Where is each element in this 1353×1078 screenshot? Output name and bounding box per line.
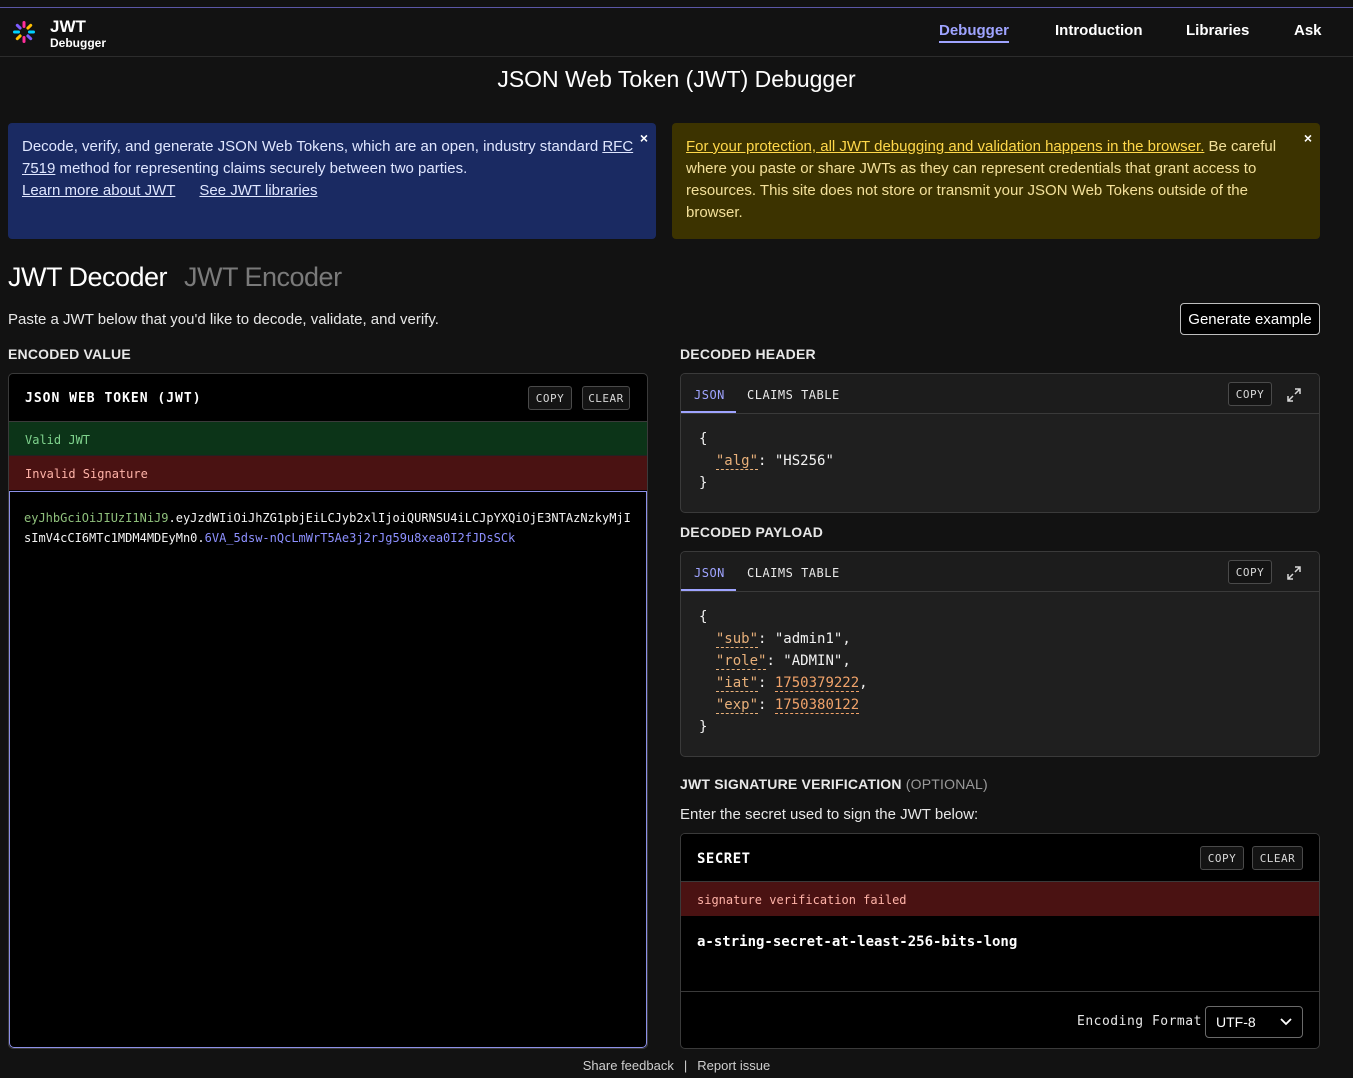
copy-secret-button[interactable]: COPY	[1200, 846, 1244, 870]
json-key-iat: "iat"	[715, 675, 759, 692]
json-close-brace: }	[699, 475, 708, 491]
json-value-exp[interactable]: 1750380122	[774, 697, 860, 714]
json-key-exp: "exp"	[715, 697, 759, 714]
secret-input[interactable]: a-string-secret-at-least-256-bits-long	[681, 916, 1319, 992]
info-banner: Decode, verify, and generate JSON Web To…	[8, 123, 656, 239]
copy-token-button[interactable]: COPY	[528, 386, 572, 410]
warning-banner: For your protection, all JWT debugging a…	[672, 123, 1320, 239]
active-tab-indicator	[681, 411, 736, 413]
encoded-panel-header: JSON WEB TOKEN (JWT) COPY CLEAR	[9, 374, 647, 422]
decoded-header-label: DECODED HEADER	[680, 346, 816, 362]
brand-title[interactable]: JWT	[50, 17, 86, 37]
tab-payload-claims-table[interactable]: CLAIMS TABLE	[747, 566, 840, 580]
copy-payload-button[interactable]: COPY	[1228, 560, 1272, 584]
secret-panel-title: SECRET	[697, 851, 751, 867]
active-tab-indicator	[681, 589, 736, 591]
learn-more-link[interactable]: Learn more about JWT	[22, 182, 175, 199]
encoded-value-label: ENCODED VALUE	[8, 346, 131, 362]
decoded-payload-json: { "sub": "admin1", "role": "ADMIN", "iat…	[681, 592, 1319, 752]
signature-failed-status: signature verification failed	[681, 882, 1319, 916]
footer: Share feedback | Report issue	[0, 1058, 1353, 1073]
chevron-down-icon	[1280, 1018, 1292, 1026]
copy-header-button[interactable]: COPY	[1228, 382, 1272, 406]
tab-jwt-decoder[interactable]: JWT Decoder	[8, 262, 168, 293]
top-accent-line	[0, 0, 1353, 8]
json-value-alg: "HS256"	[774, 453, 834, 469]
info-banner-text-1: Decode, verify, and generate JSON Web To…	[22, 138, 603, 155]
json-key-role: "role"	[715, 653, 767, 670]
generate-example-button[interactable]: Generate example	[1180, 303, 1320, 335]
encoding-format-label: Encoding Format	[1077, 1014, 1202, 1029]
info-banner-text-2: method for representing claims securely …	[55, 160, 468, 177]
expand-icon[interactable]	[1285, 564, 1303, 582]
decoded-header-panel: JSON CLAIMS TABLE COPY { "alg": "HS256" …	[680, 373, 1320, 513]
optional-tag: (OPTIONAL)	[905, 776, 988, 792]
tab-header-json[interactable]: JSON	[694, 388, 725, 402]
footer-separator: |	[683, 1058, 688, 1073]
token-signature-part: 6VA_5dsw-nQcLmWrT5Ae3j2rJg59u8xea0I2fJDs…	[204, 531, 516, 545]
expand-icon[interactable]	[1285, 386, 1303, 404]
top-nav-bar: JWT Debugger Debugger Introduction Libra…	[0, 8, 1353, 57]
json-open-brace: {	[699, 609, 708, 625]
tab-payload-json[interactable]: JSON	[694, 566, 725, 580]
encoded-token-panel: JSON WEB TOKEN (JWT) COPY CLEAR Valid JW…	[8, 373, 648, 1049]
decoded-payload-label: DECODED PAYLOAD	[680, 524, 824, 540]
decoded-header-tabs: JSON CLAIMS TABLE COPY	[681, 374, 1319, 414]
token-header-part: eyJhbGciOiJIUzI1NiJ9	[24, 511, 169, 525]
token-dot: .	[168, 511, 176, 525]
token-dot: .	[197, 531, 205, 545]
report-issue-link[interactable]: Report issue	[697, 1058, 770, 1073]
brand-subtitle[interactable]: Debugger	[50, 36, 106, 50]
protection-link[interactable]: For your protection, all JWT debugging a…	[686, 138, 1204, 155]
json-value-sub: "admin1"	[774, 631, 843, 647]
secret-instructions: Enter the secret used to sign the JWT be…	[680, 806, 979, 823]
secret-panel-header: SECRET COPY CLEAR	[681, 834, 1319, 882]
signature-verification-label: JWT SIGNATURE VERIFICATION (OPTIONAL)	[680, 776, 988, 792]
encoded-panel-title: JSON WEB TOKEN (JWT)	[25, 391, 202, 406]
jwt-logo-icon[interactable]	[12, 20, 36, 44]
json-close-brace: }	[699, 719, 708, 735]
json-value-role: "ADMIN"	[783, 653, 843, 669]
page-title: JSON Web Token (JWT) Debugger	[497, 66, 856, 92]
clear-token-button[interactable]: CLEAR	[582, 386, 630, 410]
share-feedback-link[interactable]: Share feedback	[583, 1058, 674, 1073]
nav-ask[interactable]: Ask	[1294, 22, 1322, 39]
see-libraries-link[interactable]: See JWT libraries	[199, 182, 317, 199]
intro-text: Paste a JWT below that you'd like to dec…	[8, 311, 439, 328]
encoding-format-select[interactable]: UTF-8	[1205, 1006, 1303, 1038]
token-input[interactable]: eyJhbGciOiJIUzI1NiJ9.eyJzdWIiOiJhZG1pbjE…	[9, 491, 647, 1048]
decoded-payload-panel: JSON CLAIMS TABLE COPY { "sub": "admin1"…	[680, 551, 1320, 757]
close-icon[interactable]: ×	[640, 127, 648, 149]
signature-label-text: JWT SIGNATURE VERIFICATION	[680, 776, 902, 792]
secret-panel: SECRET COPY CLEAR signature verification…	[680, 833, 1320, 1049]
decoded-payload-tabs: JSON CLAIMS TABLE COPY	[681, 552, 1319, 592]
json-value-iat[interactable]: 1750379222	[774, 675, 860, 692]
tab-jwt-encoder[interactable]: JWT Encoder	[184, 262, 342, 293]
json-open-brace: {	[699, 431, 708, 447]
json-key-alg: "alg"	[715, 453, 759, 470]
nav-libraries[interactable]: Libraries	[1186, 22, 1249, 39]
nav-introduction[interactable]: Introduction	[1055, 22, 1142, 39]
clear-secret-button[interactable]: CLEAR	[1252, 846, 1303, 870]
nav-debugger[interactable]: Debugger	[939, 22, 1010, 43]
tab-header-claims-table[interactable]: CLAIMS TABLE	[747, 388, 840, 402]
json-key-sub: "sub"	[715, 631, 759, 648]
valid-jwt-status: Valid JWT	[9, 422, 647, 456]
decoded-header-json: { "alg": "HS256" }	[681, 414, 1319, 508]
invalid-signature-status: Invalid Signature	[9, 456, 647, 490]
encoding-format-value: UTF-8	[1216, 1014, 1256, 1030]
close-icon[interactable]: ×	[1304, 127, 1312, 149]
